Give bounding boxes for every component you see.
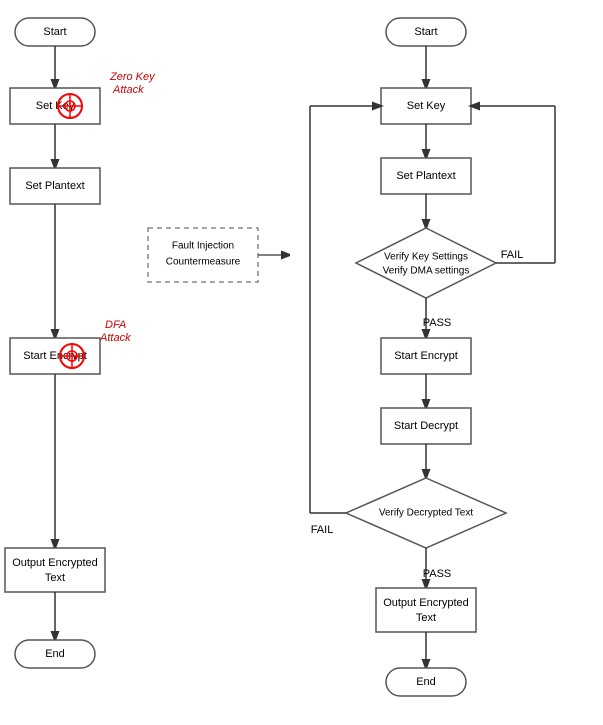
right-verifydecrypted-label: Verify Decrypted Text [379,508,474,519]
zero-key-attack-label: Zero Key [109,71,156,83]
right-startencrypt-label: Start Encrypt [394,350,458,362]
right-output-label: Output Encrypted [383,597,469,609]
left-start-label: Start [43,26,66,38]
dfa-attack-label: DFA [105,319,126,331]
right-fail2-label: FAIL [311,524,334,536]
right-pass1-label: PASS [423,317,452,329]
left-end-label: End [45,648,65,660]
dfa-attack-label2: Attack [99,332,131,344]
zero-key-attack-label2: Attack [112,84,144,96]
right-end-label: End [416,676,436,688]
right-startdecrypt-label: Start Decrypt [394,420,458,432]
right-setkey-label: Set Key [407,100,446,112]
right-start-label: Start [414,26,437,38]
fault-injection-label2: Countermeasure [166,257,241,268]
right-verifykey-label2: Verify DMA settings [383,266,470,277]
left-diagram-svg: Start Set Key Zero Key Attack Set Plante… [0,0,290,725]
right-output-label2: Text [416,612,436,624]
diagram-container: Start Set Key Zero Key Attack Set Plante… [0,0,603,725]
fault-injection-label: Fault Injection [172,241,234,252]
right-diagram-svg: Start Set Key Set Plantext Verify Key Se… [300,0,603,725]
right-verifykey-label: Verify Key Settings [384,252,468,263]
left-output-label: Output Encrypted [12,557,98,569]
left-setplaintext-label: Set Plantext [25,180,84,192]
right-pass2-label: PASS [423,568,452,580]
right-setplaintext-label: Set Plantext [396,170,455,182]
right-fail1-label: FAIL [501,249,524,261]
left-output-label2: Text [45,572,65,584]
